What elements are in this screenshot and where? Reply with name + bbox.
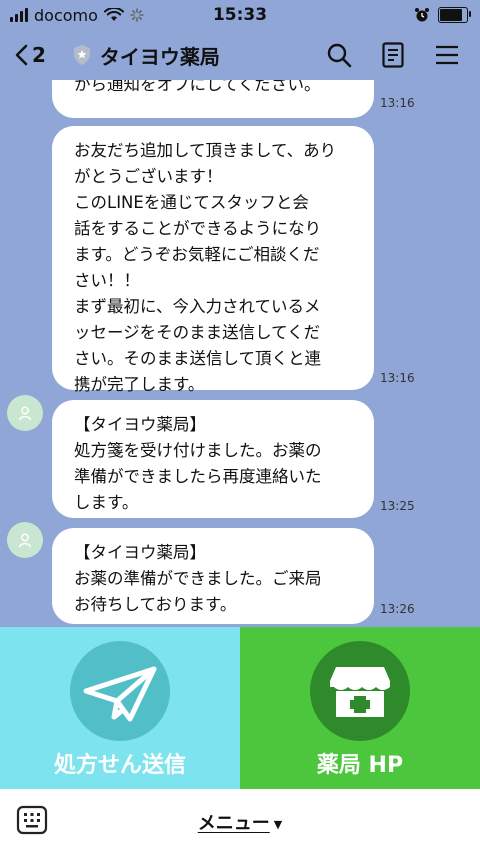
user-icon xyxy=(18,533,32,548)
message-bubble: お友だち追加して頂きまして、あり がとうございます！ このLINEを通じてスタッ… xyxy=(52,126,374,394)
message-time: 13:25 xyxy=(380,499,415,513)
notes-button[interactable] xyxy=(376,38,410,72)
pharmacy-hp-label: 薬局 HP xyxy=(316,753,404,778)
menu-toggle-label: メニュー xyxy=(197,813,270,834)
chat-title: タイヨウ薬局 xyxy=(99,44,220,69)
store-circle xyxy=(310,641,410,741)
bottom-bar: メニュー ▼ xyxy=(0,789,480,854)
search-icon xyxy=(327,43,352,68)
prescription-send-button[interactable]: 処方せん送信 xyxy=(0,627,240,789)
alarm-icon xyxy=(415,8,429,22)
shield-badge-icon xyxy=(73,45,90,65)
carrier-label: docomo xyxy=(34,5,98,25)
paper-plane-icon xyxy=(83,666,157,722)
message-time: 13:26 xyxy=(380,602,415,616)
wifi-icon xyxy=(103,8,124,21)
send-circle xyxy=(70,641,170,741)
message-time: 13:16 xyxy=(380,96,415,110)
menu-toggle[interactable]: メニュー ▼ xyxy=(0,809,480,835)
status-bar: docomo 15:33 xyxy=(0,0,480,30)
message-bubble: 【タイヨウ薬局】 処方箋を受け付けました。お薬の 準備ができましたら再度連絡いた… xyxy=(52,400,374,518)
message-bubble: から通知をオフにしてください。 xyxy=(52,80,374,118)
back-button[interactable]: 2 xyxy=(0,43,46,67)
battery-icon xyxy=(438,7,471,23)
message-bubble: 【タイヨウ薬局】 お薬の準備ができました。ご来局 お待ちしております。 xyxy=(52,528,374,624)
menu-button[interactable] xyxy=(430,38,464,72)
signal-icon xyxy=(10,8,28,22)
rich-menu: 処方せん送信 薬局 HP xyxy=(0,627,480,789)
prescription-send-label: 処方せん送信 xyxy=(53,753,186,778)
battery-level xyxy=(440,9,463,21)
avatar[interactable] xyxy=(7,395,43,431)
chat-header: 2 タイヨウ薬局 xyxy=(0,30,480,80)
chevron-left-icon xyxy=(15,44,28,66)
pharmacy-hp-button[interactable]: 薬局 HP xyxy=(240,627,480,789)
loading-icon xyxy=(130,8,144,22)
notes-icon xyxy=(382,42,404,68)
pharmacy-store-icon xyxy=(330,667,390,717)
user-icon xyxy=(18,406,32,421)
avatar[interactable] xyxy=(7,522,43,558)
search-button[interactable] xyxy=(322,38,356,72)
message-time: 13:16 xyxy=(380,371,415,385)
chat-area[interactable]: から通知をオフにしてください。 13:16 お友だち追加して頂きまして、あり が… xyxy=(0,80,480,627)
hamburger-icon xyxy=(436,45,458,65)
caret-down-icon: ▼ xyxy=(273,817,283,831)
unread-count: 2 xyxy=(32,43,46,67)
